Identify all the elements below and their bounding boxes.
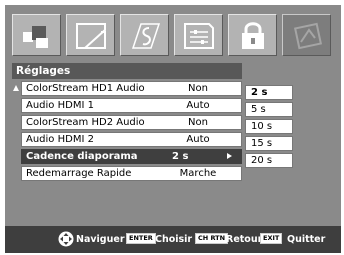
choose-label: Choisir — [155, 234, 193, 245]
settings-list: ColorStream HD1 Audio Non Audio HDMI 1 A… — [12, 81, 242, 201]
exit-key-hint: EXIT — [260, 226, 283, 253]
return-key-badge: CH RTN — [195, 233, 229, 244]
row-value: Non — [188, 117, 208, 128]
enter-key-hint: ENTER — [126, 226, 156, 253]
menu-tab-bar — [12, 14, 334, 59]
settings-icon — [184, 23, 214, 49]
enter-key-badge: ENTER — [126, 233, 156, 244]
row-redemarrage-rapide[interactable]: Redemarrage Rapide Marche — [21, 166, 242, 181]
quit-label: Quitter — [287, 234, 326, 245]
row-audio-hdmi-1[interactable]: Audio HDMI 1 Auto — [21, 98, 242, 113]
row-audio-hdmi-2[interactable]: Audio HDMI 2 Auto — [21, 132, 242, 147]
display-icon — [76, 23, 106, 49]
navigate-label: Naviguer — [76, 234, 125, 245]
option-5s[interactable]: 5 s — [245, 102, 293, 117]
setup-icon — [293, 22, 323, 50]
row-label: Cadence diaporama — [26, 151, 138, 162]
submenu-arrow-icon — [227, 153, 232, 159]
row-cadence-diaporama[interactable]: Cadence diaporama 2 s — [21, 149, 242, 164]
row-label: Redemarrage Rapide — [26, 168, 132, 179]
option-2s[interactable]: 2 s — [245, 85, 293, 100]
row-label: ColorStream HD2 Audio — [26, 117, 145, 128]
option-15s[interactable]: 15 s — [245, 136, 293, 151]
tab-audio[interactable] — [120, 14, 169, 56]
exit-key-badge: EXIT — [260, 233, 283, 244]
tab-display[interactable] — [66, 14, 115, 56]
tab-settings[interactable] — [174, 14, 223, 56]
tab-lock[interactable] — [228, 14, 277, 56]
row-colorstream-hd1-audio[interactable]: ColorStream HD1 Audio Non — [21, 81, 242, 96]
tab-setup[interactable] — [282, 14, 331, 56]
row-label: Audio HDMI 2 — [26, 134, 94, 145]
tab-picture[interactable] — [12, 14, 61, 56]
lock-icon — [242, 22, 264, 49]
audio-icon — [131, 23, 161, 49]
row-value: Non — [188, 83, 208, 94]
navigation-pad-icon — [58, 231, 74, 247]
row-label: Audio HDMI 1 — [26, 100, 94, 111]
option-20s[interactable]: 20 s — [245, 153, 293, 168]
row-value: Marche — [179, 168, 217, 179]
row-value: Auto — [186, 100, 210, 111]
tv-menu-screen: Réglages ColorStream HD1 Audio Non Audio… — [0, 0, 344, 255]
menu-title: Réglages — [12, 63, 242, 79]
option-10s[interactable]: 10 s — [245, 119, 293, 134]
menu-panel: Réglages ColorStream HD1 Audio Non Audio… — [5, 5, 341, 253]
row-colorstream-hd2-audio[interactable]: ColorStream HD2 Audio Non — [21, 115, 242, 130]
return-key-hint: CH RTN — [195, 226, 229, 253]
row-label: ColorStream HD1 Audio — [26, 83, 145, 94]
cadence-dropdown: 2 s 5 s 10 s 15 s 20 s — [245, 85, 295, 185]
row-value: Auto — [186, 134, 210, 145]
scroll-up-arrow-icon[interactable] — [13, 85, 19, 91]
row-value: 2 s — [172, 151, 189, 162]
back-label: Retour — [226, 234, 263, 245]
picture-icon — [23, 26, 48, 48]
key-help-bar: Naviguer ENTER Choisir CH RTN Retour EXI… — [5, 226, 341, 253]
